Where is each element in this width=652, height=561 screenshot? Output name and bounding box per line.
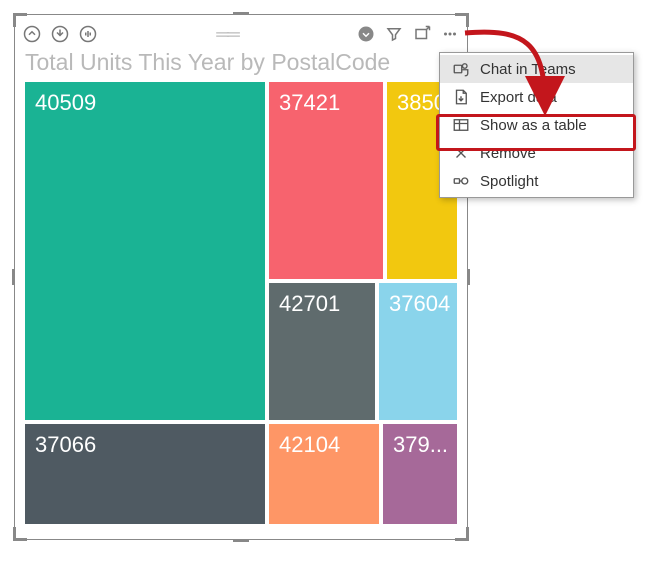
teams-icon <box>452 60 470 78</box>
focus-mode-icon[interactable] <box>411 23 433 45</box>
export-icon <box>452 88 470 106</box>
context-menu: Chat in Teams Export data Show as a tabl… <box>439 52 634 198</box>
menu-label: Spotlight <box>480 173 538 190</box>
menu-spotlight[interactable]: Spotlight <box>440 167 633 195</box>
visual-container[interactable]: ══ Total Units This Year by PostalCode 4… <box>14 14 468 540</box>
filter-icon[interactable] <box>383 23 405 45</box>
selection-corner <box>13 13 27 27</box>
treemap-cell[interactable]: 42701 <box>269 283 375 420</box>
treemap-cell[interactable]: 37066 <box>25 424 265 524</box>
selection-corner <box>455 13 469 27</box>
visual-title: Total Units This Year by PostalCode <box>15 49 467 82</box>
menu-label: Remove <box>480 145 536 162</box>
treemap-cell[interactable]: 40509 <box>25 82 265 420</box>
selection-handle[interactable] <box>233 539 249 542</box>
selection-corner <box>455 527 469 541</box>
selection-handle[interactable] <box>233 12 249 15</box>
selection-corner <box>13 527 27 541</box>
treemap-chart[interactable]: 40509370663742138501427013760442104379..… <box>25 82 457 524</box>
visual-header: ══ <box>15 15 467 49</box>
menu-label: Show as a table <box>480 117 587 134</box>
treemap-cell[interactable]: 379... <box>383 424 457 524</box>
spotlight-icon <box>452 172 470 190</box>
selection-handle[interactable] <box>12 269 15 285</box>
treemap-cell[interactable]: 42104 <box>269 424 379 524</box>
menu-label: Chat in Teams <box>480 61 576 78</box>
menu-remove[interactable]: Remove <box>440 139 633 167</box>
expand-all-icon[interactable] <box>77 23 99 45</box>
drill-mode-icon[interactable] <box>355 23 377 45</box>
drill-down-icon[interactable] <box>49 23 71 45</box>
menu-show-as-table[interactable]: Show as a table <box>440 111 633 139</box>
selection-handle[interactable] <box>467 269 470 285</box>
menu-chat-in-teams[interactable]: Chat in Teams <box>440 55 633 83</box>
table-icon <box>452 116 470 134</box>
treemap-cell[interactable]: 37604 <box>379 283 457 420</box>
menu-export-data[interactable]: Export data <box>440 83 633 111</box>
menu-label: Export data <box>480 89 557 106</box>
drag-handle-icon[interactable]: ══ <box>214 24 240 45</box>
treemap-cell[interactable]: 37421 <box>269 82 383 279</box>
remove-icon <box>452 144 470 162</box>
